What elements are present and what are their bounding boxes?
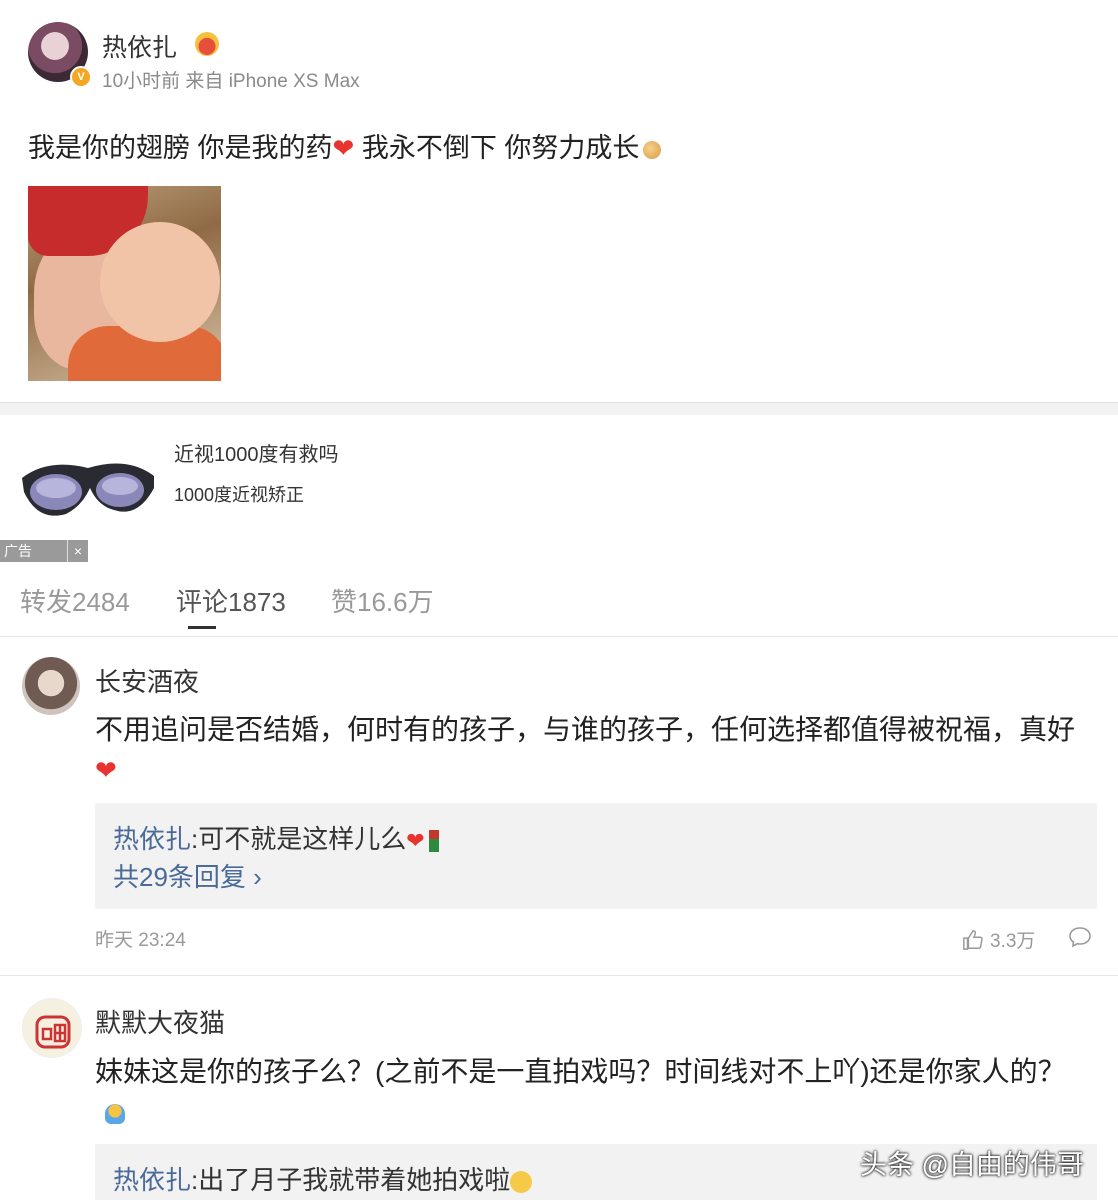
post-photo[interactable]: [28, 186, 221, 381]
comment-author[interactable]: 默默大夜猫: [95, 1003, 225, 1040]
ad-title[interactable]: 近视1000度有救吗: [174, 438, 339, 467]
tabs-divider: [0, 636, 1118, 637]
rose-icon: [428, 830, 439, 853]
member-crown-icon: [195, 32, 219, 56]
cat-avatar-icon: [35, 1015, 71, 1049]
comment-author[interactable]: 长安酒夜: [95, 662, 199, 699]
tab-likes[interactable]: 赞16.6万: [331, 582, 434, 619]
verified-icon: V: [70, 66, 92, 88]
ad-badge: 广告 ×: [0, 540, 88, 562]
like-count: 3.3万: [990, 931, 1036, 952]
reply-author[interactable]: 热依扎: [113, 824, 191, 854]
section-divider: [0, 402, 1118, 415]
ad-close-icon[interactable]: ×: [66, 540, 88, 562]
author-name[interactable]: 热依扎: [102, 28, 177, 64]
active-tab-indicator: [188, 626, 216, 629]
comment-avatar[interactable]: [22, 998, 82, 1058]
post-text: 我是你的翅膀 你是我的药❤ 我永不倒下 你努力成长: [28, 126, 662, 165]
baby-emoji-icon: [105, 1103, 125, 1124]
comment-text: 妹妹这是你的孩子么？(之前不是一直拍戏吗？时间线对不上吖)还是你家人的？: [95, 1052, 1085, 1132]
reply-text: :可不就是这样儿么: [191, 824, 407, 854]
smile-emoji-icon: [510, 1171, 533, 1194]
ad-badge-label: 广告: [4, 543, 32, 559]
reply-box[interactable]: 热依扎:可不就是这样儿么❤ 共29条回复 ›: [95, 803, 1097, 909]
tab-reposts[interactable]: 转发2484: [20, 582, 130, 619]
like-button[interactable]: 3.3万: [962, 926, 1035, 953]
reply-line: 热依扎:出了月子我就带着她拍戏啦: [113, 1160, 533, 1197]
reply-author[interactable]: 热依扎: [113, 1165, 191, 1195]
fist-emoji-icon: [643, 140, 662, 159]
heart-icon: ❤: [95, 755, 117, 785]
comment-text-content: 不用追问是否结婚，何时有的孩子，与谁的孩子，任何选择都值得被祝福，真好: [95, 714, 1076, 745]
reply-line: 热依扎:可不就是这样儿么❤: [113, 819, 439, 856]
comment-time: 昨天 23:24: [95, 930, 186, 951]
thumbs-up-icon: [963, 929, 983, 950]
comment-text: 不用追问是否结婚，何时有的孩子，与谁的孩子，任何选择都值得被祝福，真好 ❤: [95, 710, 1085, 790]
post-text-part1: 我是你的翅膀 你是我的药: [28, 133, 333, 163]
post-meta: 10小时前 来自 iPhone XS Max: [102, 71, 360, 92]
heart-icon: ❤: [406, 828, 425, 853]
comment-avatar[interactable]: [22, 657, 80, 715]
heart-icon: ❤: [332, 133, 355, 163]
ad-subtitle[interactable]: 1000度近视矫正: [174, 481, 304, 507]
glasses-ad-image[interactable]: [18, 448, 158, 528]
tab-comments[interactable]: 评论1873: [176, 582, 286, 619]
comment-divider: [0, 975, 1118, 976]
reply-text: :出了月子我就带着她拍戏啦: [191, 1165, 511, 1195]
chevron-right-icon: ›: [245, 862, 262, 892]
comment-text-content: 妹妹这是你的孩子么？(之前不是一直拍戏吗？时间线对不上吖)还是你家人的？: [95, 1056, 1066, 1087]
more-replies-label: 共29条回复: [113, 862, 246, 892]
more-replies-link[interactable]: 共29条回复 ›: [113, 857, 262, 894]
watermark: 头条 @自由的伟哥: [860, 1150, 1084, 1180]
comment-bubble-icon[interactable]: [1068, 926, 1092, 948]
post-text-part2: 我永不倒下 你努力成长: [354, 133, 640, 163]
